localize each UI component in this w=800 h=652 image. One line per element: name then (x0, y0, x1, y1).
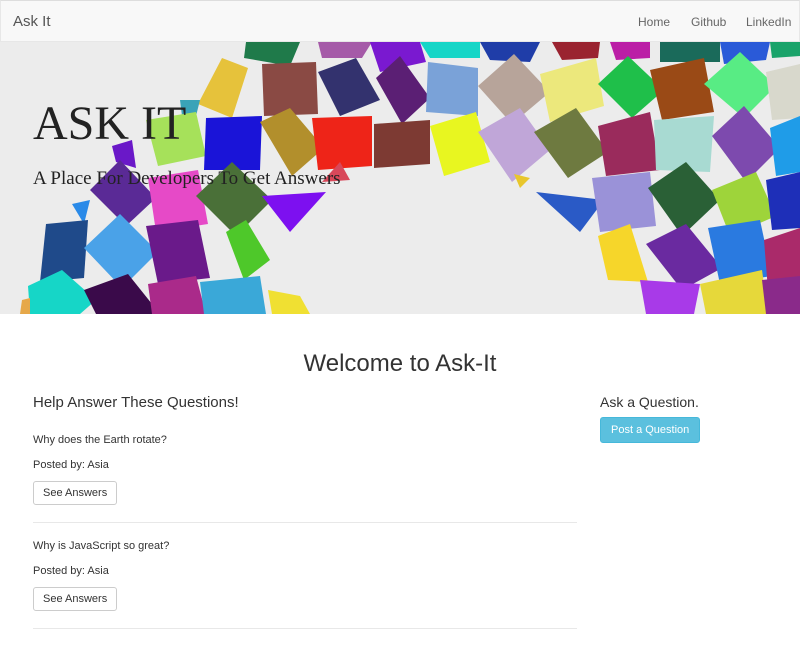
brand-link[interactable]: Ask It (13, 13, 51, 30)
post-question-button[interactable]: Post a Question (600, 417, 701, 443)
question-text: Why does the Earth rotate? (33, 434, 167, 446)
hero-banner: ASK IT A Place For Developers To Get Ans… (0, 42, 800, 314)
see-answers-button[interactable]: See Answers (33, 481, 118, 505)
questions-heading: Help Answer These Questions! (33, 394, 239, 411)
welcome-heading: Welcome to Ask-It (303, 350, 497, 377)
question-item: Why does the Earth rotate? Posted by: As… (33, 434, 577, 523)
nav-linkedin-link[interactable]: LinkedIn (746, 15, 791, 29)
navbar: Ask It Home Github LinkedIn (0, 0, 800, 42)
hero-subtitle: A Place For Developers To Get Answers (33, 168, 341, 189)
question-text: Why is JavaScript so great? (33, 540, 170, 552)
nav-home-link[interactable]: Home (638, 15, 670, 29)
question-item: Why is JavaScript so great? Posted by: A… (33, 540, 577, 629)
question-author: Posted by: Asia (33, 459, 109, 471)
question-divider (33, 522, 577, 523)
nav-github-link[interactable]: Github (691, 15, 726, 29)
question-author: Posted by: Asia (33, 565, 109, 577)
hero-title: ASK IT (33, 97, 187, 150)
see-answers-button[interactable]: See Answers (33, 587, 118, 611)
question-divider (33, 628, 577, 629)
ask-question-heading: Ask a Question. (600, 394, 699, 410)
